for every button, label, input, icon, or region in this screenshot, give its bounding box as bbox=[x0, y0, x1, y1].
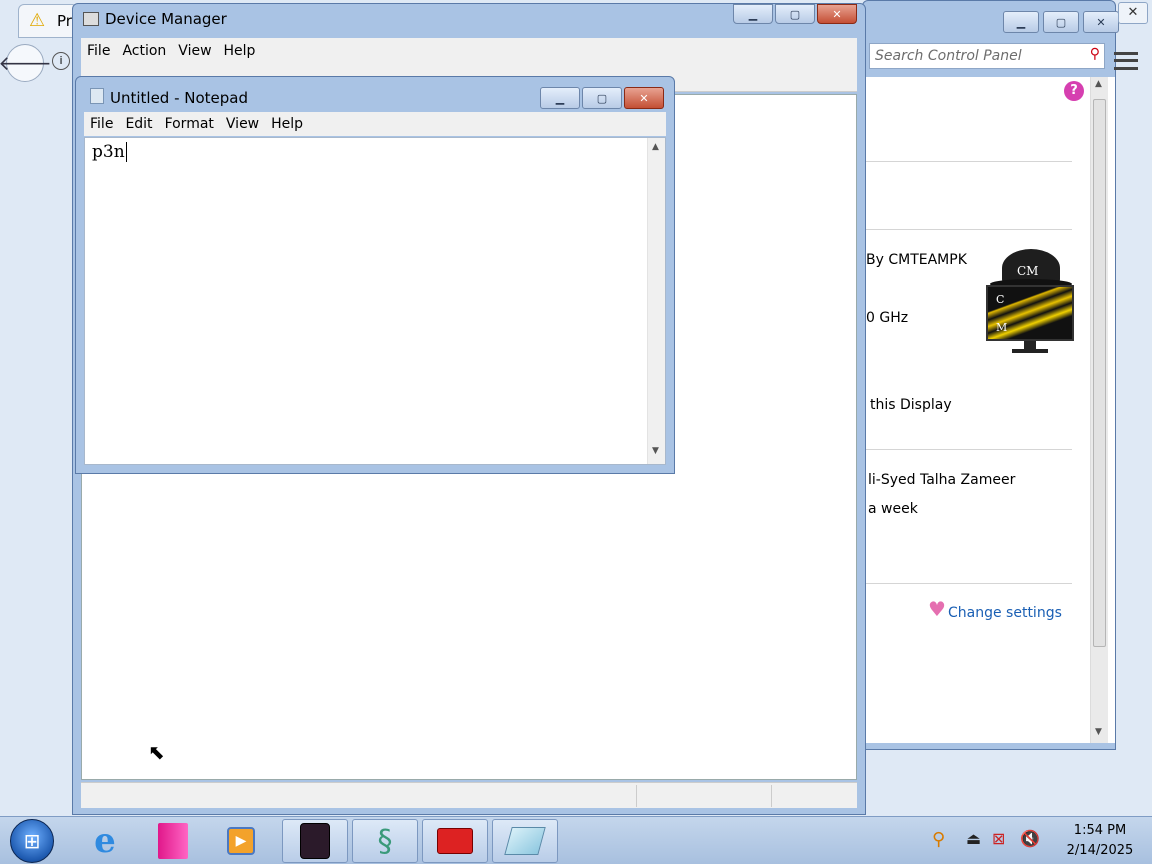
taskbar-media[interactable]: ▶ bbox=[208, 819, 274, 863]
info-icon: i bbox=[52, 52, 70, 70]
minimize-icon: ▁ bbox=[1016, 15, 1026, 29]
back-button[interactable]: 🡐 bbox=[0, 44, 52, 82]
dm-close-button[interactable]: ✕ bbox=[817, 4, 857, 24]
dm-menu-file[interactable]: File bbox=[81, 43, 116, 59]
divider bbox=[866, 229, 1072, 230]
notepad-window: Untitled - Notepad ▁ ▢ ✕ File Edit Forma… bbox=[75, 76, 675, 474]
mouse-cursor-icon: ⬉ bbox=[148, 740, 165, 764]
dm-menubar: File Action View Help bbox=[81, 38, 857, 64]
device-manager-icon bbox=[83, 12, 99, 26]
media-player-icon: ▶ bbox=[227, 827, 255, 855]
cp-item-manufacturer: By CMTEAMPK bbox=[866, 252, 967, 268]
np-menubar: File Edit Format View Help bbox=[84, 112, 666, 136]
oem-logo: CM C M bbox=[984, 249, 1076, 357]
internet-explorer-icon: e bbox=[94, 821, 116, 861]
cp-minimize-button[interactable]: ▁ bbox=[1003, 11, 1039, 33]
taskbar-snake[interactable]: § bbox=[352, 819, 418, 863]
hamburger-menu-icon[interactable] bbox=[1114, 52, 1138, 70]
clock-time: 1:54 PM bbox=[1073, 823, 1127, 838]
taskbar-ie[interactable]: e bbox=[72, 819, 138, 863]
search-input[interactable]: Search Control Panel bbox=[875, 48, 1022, 64]
volume-muted-icon[interactable]: 🔇 bbox=[1020, 829, 1040, 848]
divider bbox=[866, 583, 1072, 584]
warning-icon: ⚠ bbox=[29, 10, 46, 31]
np-menu-edit[interactable]: Edit bbox=[119, 116, 158, 132]
toolbox-icon bbox=[437, 828, 473, 854]
np-menu-format[interactable]: Format bbox=[159, 116, 220, 132]
search-box[interactable]: Search Control Panel ⚲ bbox=[869, 43, 1105, 69]
divider bbox=[866, 449, 1072, 450]
cp-scrollbar[interactable]: ▲ ▼ bbox=[1090, 77, 1108, 743]
np-maximize-button[interactable]: ▢ bbox=[582, 87, 622, 109]
dm-statusbar bbox=[81, 782, 857, 808]
notepad-icon bbox=[504, 827, 546, 855]
dm-minimize-button[interactable]: ▁ bbox=[733, 4, 773, 24]
cp-maximize-button[interactable]: ▢ bbox=[1043, 11, 1079, 33]
np-close-button[interactable]: ✕ bbox=[624, 87, 664, 109]
dm-maximize-button[interactable]: ▢ bbox=[775, 4, 815, 24]
scroll-thumb[interactable] bbox=[1093, 99, 1106, 647]
clock[interactable]: 1:54 PM 2/14/2025 bbox=[1052, 821, 1148, 861]
close-icon: ✕ bbox=[832, 7, 842, 21]
notepad-text: p3n bbox=[92, 142, 127, 162]
clock-date: 2/14/2025 bbox=[1066, 843, 1134, 858]
taskbar: ⊞ e ▶ § ⚲ ⏏ ⊠ 🔇 1:54 PM 2/14/2025 bbox=[0, 816, 1152, 864]
snake-icon: § bbox=[377, 823, 393, 859]
taskbar-notepad[interactable] bbox=[492, 819, 558, 863]
pink-folder-icon bbox=[158, 823, 188, 859]
heart-icon: ♥ bbox=[928, 597, 946, 621]
cp-item-processor: 0 GHz bbox=[866, 310, 909, 326]
device-app-icon bbox=[300, 823, 330, 859]
cp-close-button[interactable]: ✕ bbox=[1083, 11, 1119, 33]
scroll-up-icon[interactable]: ▲ bbox=[1095, 79, 1102, 89]
help-icon[interactable]: ? bbox=[1064, 81, 1084, 101]
scroll-down-icon[interactable]: ▼ bbox=[652, 446, 659, 456]
dm-menu-action[interactable]: Action bbox=[116, 43, 172, 59]
network-error-icon[interactable]: ⊠ bbox=[992, 829, 1005, 848]
np-scrollbar[interactable]: ▲ ▼ bbox=[647, 138, 665, 464]
dm-menu-view[interactable]: View bbox=[172, 43, 217, 59]
taskbar-toolbox[interactable] bbox=[422, 819, 488, 863]
scroll-up-icon[interactable]: ▲ bbox=[652, 142, 659, 152]
device-manager-title: Device Manager bbox=[105, 10, 227, 28]
search-tray-icon[interactable]: ⚲ bbox=[932, 829, 945, 850]
np-minimize-button[interactable]: ▁ bbox=[540, 87, 580, 109]
notepad-text-area[interactable]: p3n ▲ ▼ bbox=[84, 137, 666, 465]
np-menu-file[interactable]: File bbox=[84, 116, 119, 132]
start-button[interactable]: ⊞ bbox=[10, 819, 54, 863]
maximize-icon: ▢ bbox=[596, 91, 608, 105]
close-icon: ✕ bbox=[1127, 5, 1139, 20]
close-icon: ✕ bbox=[639, 91, 649, 105]
cp-item-pen-touch: this Display bbox=[870, 397, 952, 413]
cp-item-computer-name: li-Syed Talha Zameer bbox=[868, 472, 1016, 488]
dm-menu-help[interactable]: Help bbox=[218, 43, 262, 59]
minimize-icon: ▁ bbox=[748, 7, 758, 21]
np-menu-view[interactable]: View bbox=[220, 116, 265, 132]
scroll-down-icon[interactable]: ▼ bbox=[1095, 727, 1102, 737]
control-panel-window: ▁ ▢ ✕ Search Control Panel ⚲ ? By CMTEAM… bbox=[862, 0, 1119, 750]
close-icon: ✕ bbox=[1096, 15, 1106, 29]
search-icon: ⚲ bbox=[1089, 46, 1100, 62]
browser-close-button[interactable]: ✕ bbox=[1118, 2, 1148, 24]
back-arrow-icon: 🡐 bbox=[0, 51, 52, 75]
browser-tab[interactable]: ⚠ Pr bbox=[18, 4, 78, 38]
usb-icon[interactable]: ⏏ bbox=[966, 829, 981, 848]
notepad-icon bbox=[90, 88, 104, 104]
np-menu-help[interactable]: Help bbox=[265, 116, 309, 132]
maximize-icon: ▢ bbox=[789, 7, 801, 21]
notepad-title: Untitled - Notepad bbox=[110, 89, 249, 107]
cp-item-workgroup: a week bbox=[868, 501, 918, 517]
windows-logo-icon: ⊞ bbox=[23, 829, 41, 853]
change-settings-link[interactable]: Change settings bbox=[948, 605, 1062, 621]
taskbar-folders[interactable] bbox=[140, 819, 206, 863]
taskbar-device-app[interactable] bbox=[282, 819, 348, 863]
divider bbox=[866, 161, 1072, 162]
maximize-icon: ▢ bbox=[1055, 15, 1067, 29]
control-panel-content: ? By CMTEAMPK 0 GHz this Display li-Syed… bbox=[866, 77, 1115, 743]
tab-title: Pr bbox=[57, 12, 72, 30]
minimize-icon: ▁ bbox=[555, 91, 565, 105]
